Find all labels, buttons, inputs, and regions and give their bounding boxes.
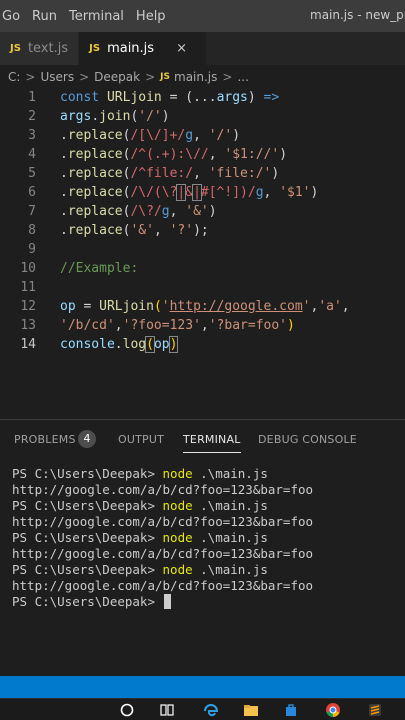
code-text: .replace('&', '?'); (60, 223, 209, 238)
line-number: 1 (28, 90, 36, 105)
line-number: 8 (28, 223, 36, 238)
breadcrumb-users[interactable]: Users (40, 70, 74, 84)
terminal-output[interactable]: PS C:\Users\Deepak> node .\main.js http:… (12, 466, 402, 610)
line-number: 12 (20, 299, 36, 314)
code-line: 6 .replace(/\/(\?|&|#[^!])/g, '$1') (0, 183, 405, 202)
os-taskbar (0, 698, 405, 720)
task-view-icon[interactable] (159, 702, 175, 718)
code-text: .replace(/\?/g, '&') (60, 204, 217, 219)
javascript-file-icon: JS (89, 43, 101, 54)
code-line: 10 //Example: (0, 259, 405, 278)
tab-problems[interactable]: PROBLEMS (14, 433, 76, 446)
code-comment: //Example: (60, 261, 139, 276)
terminal-prompt-line[interactable]: PS C:\Users\Deepak> (12, 594, 402, 610)
store-icon[interactable] (283, 702, 299, 718)
chrome-icon[interactable] (325, 702, 341, 718)
menu-terminal[interactable]: Terminal (65, 9, 132, 24)
code-line-current: 14 console.log(op) (0, 335, 405, 354)
search-circle-icon[interactable] (119, 702, 135, 718)
code-line: 12 op = URLjoin('http://google.com','a', (0, 297, 405, 316)
menu-run[interactable]: Run (28, 9, 65, 24)
line-number: 4 (28, 147, 36, 162)
edge-browser-icon[interactable] (203, 702, 219, 718)
code-editor[interactable]: 1 const URLjoin = (...args) => 2 args.jo… (0, 89, 405, 419)
terminal-output-line: http://google.com/a/b/cd?foo=123&bar=foo (12, 546, 314, 561)
window-title: main.js - new_pro (310, 8, 405, 22)
line-number: 13 (20, 318, 36, 333)
code-line: 8 .replace('&', '?'); (0, 221, 405, 240)
chevron-right-icon: > (222, 70, 233, 84)
tab-label: text.js (27, 41, 69, 56)
code-text: console.log(op) (60, 336, 179, 353)
code-line: 11 (0, 278, 405, 297)
breadcrumb-deepak[interactable]: Deepak (94, 70, 140, 84)
line-number: 5 (28, 166, 36, 181)
code-line: 13 '/b/cd','?foo=123','?bar=foo') (0, 316, 405, 335)
breadcrumb-symbol[interactable]: ... (237, 70, 248, 84)
line-number: 10 (20, 261, 36, 276)
code-text: .replace(/[\/]+/g, '/') (60, 128, 241, 143)
tab-text-js[interactable]: JS text.js (0, 32, 80, 65)
file-explorer-icon[interactable] (243, 702, 259, 718)
code-text: args.join('/') (60, 109, 170, 124)
chevron-right-icon: > (79, 70, 90, 84)
tab-main-js[interactable]: JS main.js × (79, 32, 208, 65)
javascript-file-icon: JS (10, 43, 21, 54)
line-number: 11 (20, 280, 36, 295)
line-number: 7 (28, 204, 36, 219)
code-line: 9 (0, 240, 405, 259)
line-number: 6 (28, 185, 36, 200)
line-number: 14 (20, 337, 36, 352)
tab-output[interactable]: OUTPUT (118, 433, 164, 446)
chevron-right-icon: > (145, 70, 156, 84)
terminal-command-line: PS C:\Users\Deepak> node .\main.js (12, 530, 268, 545)
terminal-output-line: http://google.com/a/b/cd?foo=123&bar=foo (12, 482, 314, 497)
panel-tab-bar: PROBLEMS 4 OUTPUT TERMINAL DEBUG CONSOLE (0, 420, 405, 460)
code-line: 7 .replace(/\?/g, '&') (0, 202, 405, 221)
menu-bar: Go Run Terminal Help main.js - new_pro (0, 0, 405, 32)
line-number: 3 (28, 128, 36, 143)
menu-help[interactable]: Help (132, 9, 174, 24)
status-bar (0, 676, 405, 698)
breadcrumb-drive[interactable]: C: (8, 70, 20, 84)
code-line: 5 .replace(/^file:/, 'file:/') (0, 164, 405, 183)
breadcrumb-file[interactable]: main.js (174, 70, 217, 84)
tab-debug-console[interactable]: DEBUG CONSOLE (258, 433, 357, 446)
javascript-file-icon: JS (160, 72, 170, 82)
sublime-text-icon[interactable] (367, 702, 383, 718)
problems-count-badge: 4 (78, 430, 96, 448)
terminal-output-line: http://google.com/a/b/cd?foo=123&bar=foo (12, 578, 314, 593)
close-icon[interactable]: × (176, 41, 187, 56)
chevron-right-icon: > (25, 70, 36, 84)
code-text: const URLjoin = (...args) => (60, 90, 280, 105)
breadcrumb: C: > Users > Deepak > JS main.js > ... (0, 65, 405, 89)
tab-terminal[interactable]: TERMINAL (183, 433, 241, 453)
line-number: 2 (28, 109, 36, 124)
code-line: 3 .replace(/[\/]+/g, '/') (0, 126, 405, 145)
tab-label: main.js (107, 41, 155, 56)
terminal-command-line: PS C:\Users\Deepak> node .\main.js (12, 562, 268, 577)
code-line: 2 args.join('/') (0, 107, 405, 126)
editor-tab-bar: JS text.js JS main.js × (0, 32, 405, 65)
terminal-cursor (163, 594, 171, 609)
line-number: 9 (28, 242, 36, 257)
code-text: '/b/cd','?foo=123','?bar=foo') (60, 318, 295, 333)
code-line: 4 .replace(/^(.+):\//, '$1://') (0, 145, 405, 164)
code-text: .replace(/^(.+):\//, '$1://') (60, 147, 288, 162)
code-text: op = URLjoin('http://google.com','a', (60, 299, 350, 314)
terminal-output-line: http://google.com/a/b/cd?foo=123&bar=foo (12, 514, 314, 529)
code-text: .replace(/\/(\?|&|#[^!])/g, '$1') (60, 184, 319, 201)
code-line: 1 const URLjoin = (...args) => (0, 88, 405, 107)
terminal-command-line: PS C:\Users\Deepak> node .\main.js (12, 498, 268, 513)
menu-go[interactable]: Go (0, 9, 28, 24)
code-text: .replace(/^file:/, 'file:/') (60, 166, 280, 181)
terminal-command-line: PS C:\Users\Deepak> node .\main.js (12, 466, 268, 481)
